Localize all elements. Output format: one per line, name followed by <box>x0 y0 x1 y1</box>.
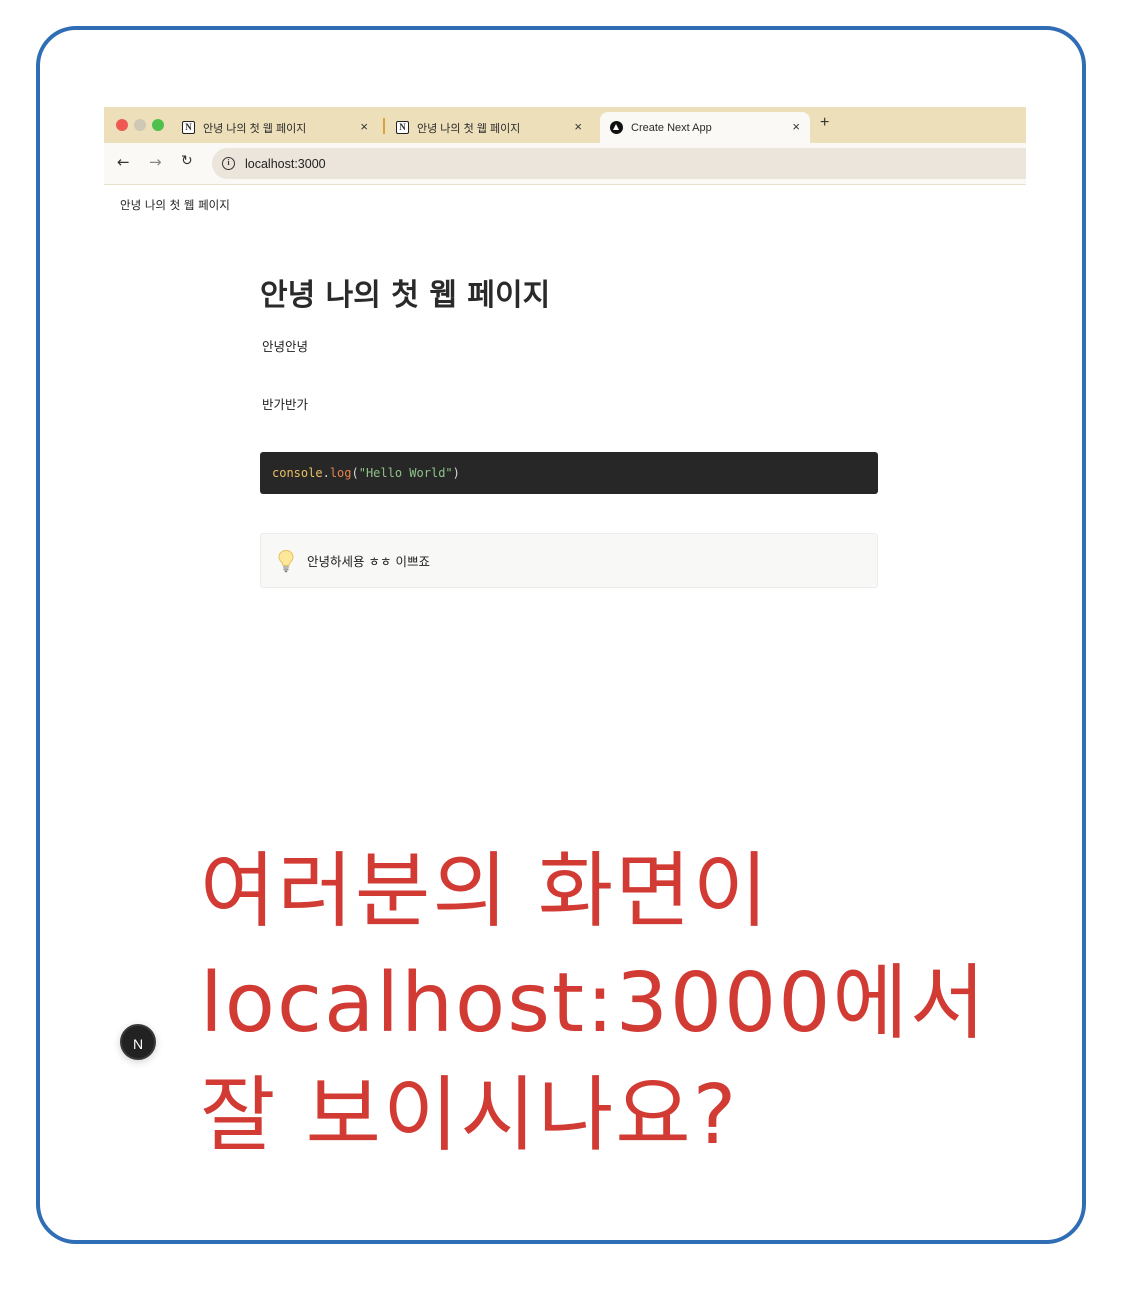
code-dot: . <box>322 466 330 480</box>
close-window-button[interactable] <box>116 119 128 131</box>
tab-notion-1[interactable]: N 안녕 나의 첫 웹 페이지 × <box>172 112 378 143</box>
annotation-line: 잘 보이시나요? <box>200 1068 739 1163</box>
tab-label: Create Next App <box>631 121 712 134</box>
callout-box: 안녕하세용 ㅎㅎ 이쁘죠 <box>260 533 878 588</box>
tab-bar: N 안녕 나의 첫 웹 페이지 × N 안녕 나의 첫 웹 페이지 × Crea… <box>104 107 1026 143</box>
code-string: "Hello World" <box>358 466 453 480</box>
tab-notion-2[interactable]: N 안녕 나의 첫 웹 페이지 × <box>386 112 592 143</box>
reload-button[interactable]: ↻ <box>181 153 193 169</box>
site-nav-title[interactable]: 안녕 나의 첫 웹 페이지 <box>120 197 230 213</box>
callout-text: 안녕하세용 ㅎㅎ 이쁘죠 <box>307 554 430 569</box>
url-text[interactable]: localhost:3000 <box>245 157 326 171</box>
back-button[interactable]: ← <box>117 153 130 171</box>
code-object: console <box>272 466 323 480</box>
code-open-paren: ( <box>351 466 359 480</box>
page-title: 안녕 나의 첫 웹 페이지 <box>260 278 551 313</box>
info-icon[interactable]: i <box>222 157 235 170</box>
tab-divider <box>383 118 385 134</box>
tab-label: 안녕 나의 첫 웹 페이지 <box>417 122 521 135</box>
paragraph: 안녕안녕 <box>262 339 309 354</box>
code-block: console. log("Hello World") <box>260 452 878 494</box>
browser-toolbar: ← → ↻ i localhost:3000 <box>104 143 1026 185</box>
code-close-paren: ) <box>452 466 460 480</box>
paragraph: 반가반가 <box>262 397 309 412</box>
notion-icon: N <box>396 121 409 134</box>
annotation-line: localhost:3000에서 <box>200 956 988 1051</box>
handwritten-annotation: 여러분의 화면이 localhost:3000에서 잘 보이시나요? <box>200 836 987 1172</box>
maximize-window-button[interactable] <box>152 119 164 131</box>
new-tab-button[interactable]: + <box>820 114 829 132</box>
annotation-line: 여러분의 화면이 <box>200 844 771 939</box>
code-function: log <box>329 466 352 480</box>
address-bar[interactable]: i localhost:3000 <box>212 148 1026 179</box>
nextjs-icon <box>610 121 623 134</box>
nextjs-dev-badge[interactable]: N <box>120 1024 156 1060</box>
forward-button[interactable]: → <box>149 153 162 171</box>
close-icon[interactable]: × <box>574 119 582 134</box>
tab-create-next-app[interactable]: Create Next App × <box>600 112 810 143</box>
tab-label: 안녕 나의 첫 웹 페이지 <box>203 122 307 135</box>
close-icon[interactable]: × <box>792 119 800 134</box>
lightbulb-icon <box>278 549 294 572</box>
close-icon[interactable]: × <box>360 119 368 134</box>
minimize-window-button[interactable] <box>134 119 146 131</box>
browser-window: N 안녕 나의 첫 웹 페이지 × N 안녕 나의 첫 웹 페이지 × Crea… <box>104 107 1026 185</box>
notion-icon: N <box>182 121 195 134</box>
